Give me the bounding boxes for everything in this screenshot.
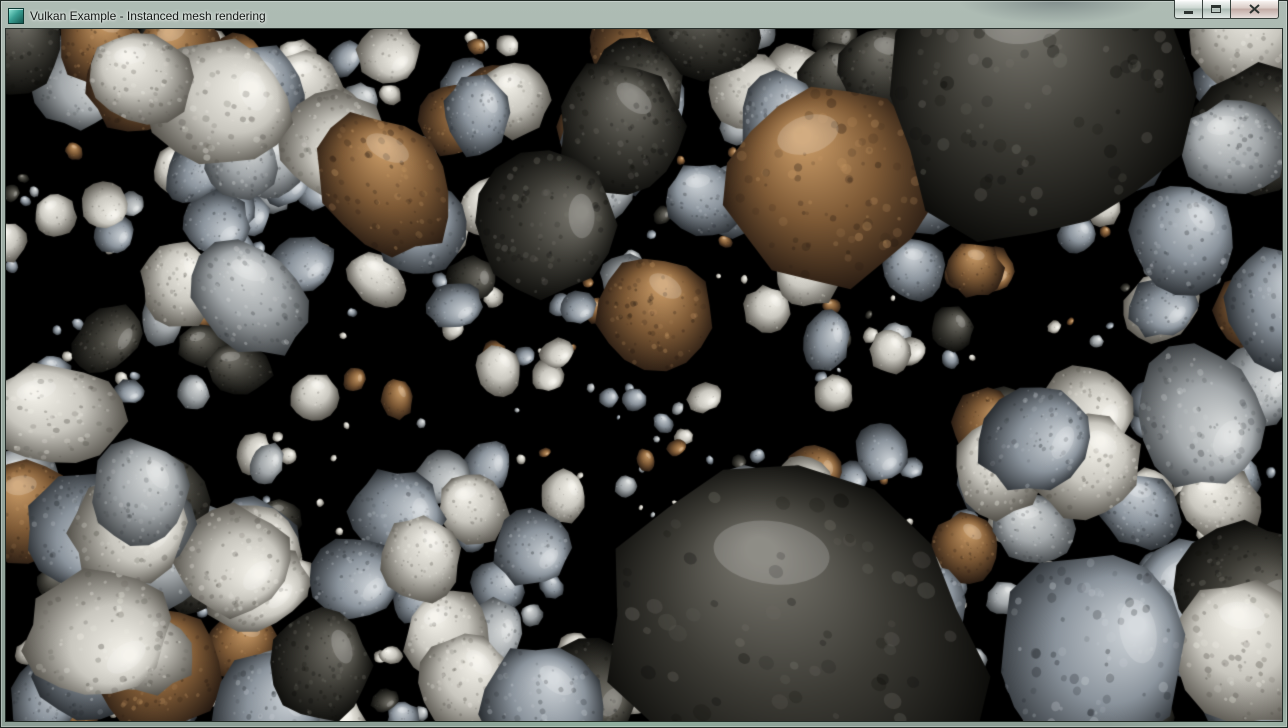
minimize-button[interactable] <box>1174 0 1203 19</box>
maximize-button[interactable] <box>1203 0 1231 19</box>
app-window: Vulkan Example - Instanced mesh renderin… <box>0 0 1288 728</box>
window-controls <box>1174 0 1279 19</box>
minimize-icon <box>1184 5 1194 14</box>
titlebar[interactable]: Vulkan Example - Instanced mesh renderin… <box>2 2 1286 29</box>
render-canvas[interactable] <box>6 29 1282 721</box>
maximize-icon <box>1211 4 1222 14</box>
window-title: Vulkan Example - Instanced mesh renderin… <box>30 9 266 23</box>
close-icon <box>1249 4 1260 14</box>
render-viewport[interactable] <box>6 29 1282 721</box>
close-button[interactable] <box>1231 0 1279 19</box>
vulkan-app-icon[interactable] <box>8 8 24 24</box>
